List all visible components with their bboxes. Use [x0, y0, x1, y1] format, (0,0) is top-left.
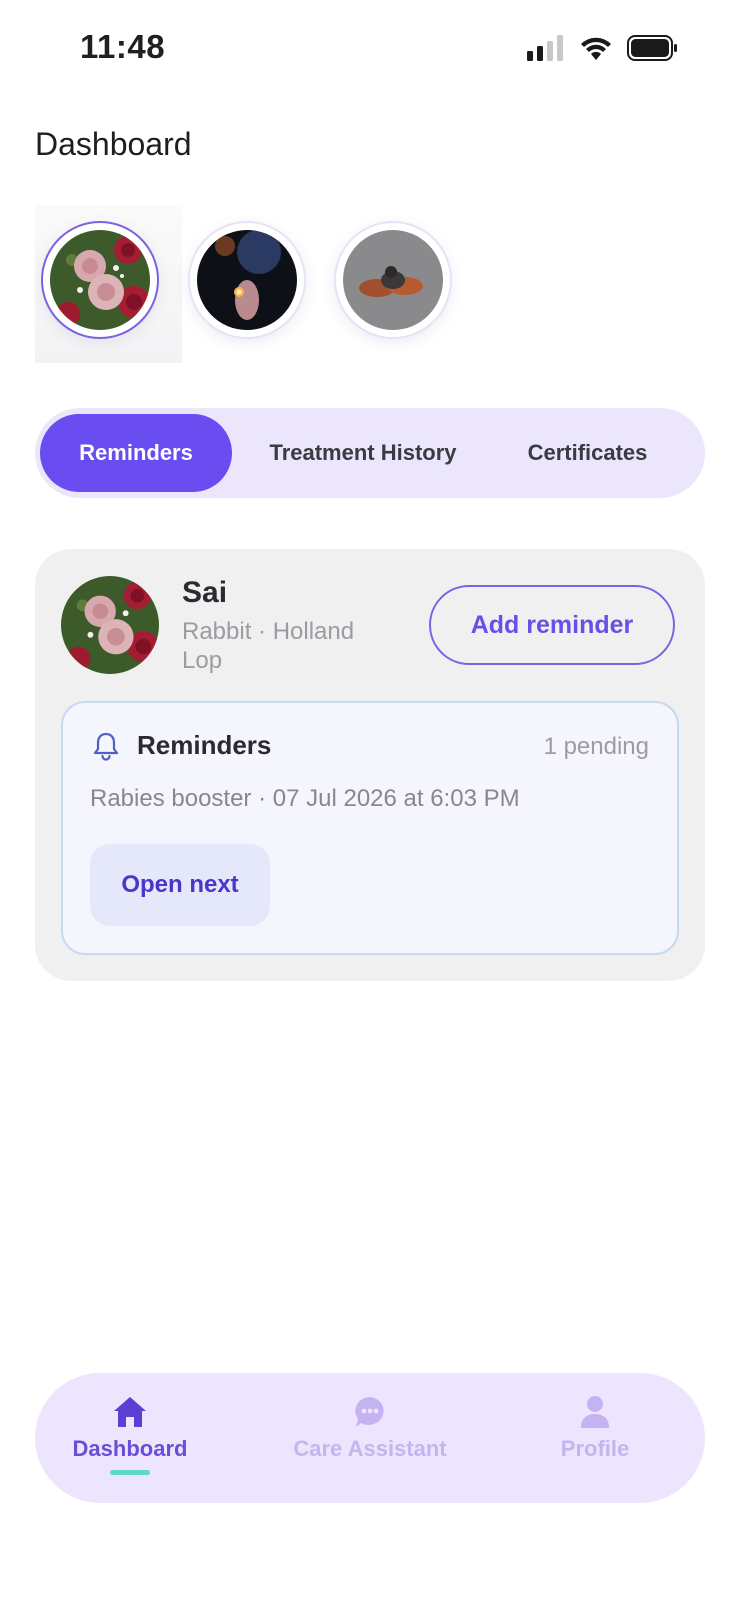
battery-icon — [627, 35, 677, 61]
active-tab-indicator — [110, 1470, 150, 1475]
nav-label-profile: Profile — [560, 1436, 630, 1461]
pet-photo-animals — [343, 230, 444, 330]
tab-reminders[interactable]: Reminders — [40, 414, 232, 492]
pet-photo-roses — [50, 230, 150, 330]
pet-name: Sai — [182, 576, 228, 609]
pet-avatar — [61, 576, 159, 674]
person-icon — [579, 1393, 611, 1431]
cellular-signal-icon — [527, 35, 563, 61]
nav-dashboard[interactable]: Dashboard — [35, 1373, 225, 1503]
pet-avatar-ring — [334, 221, 453, 339]
pet-card: Sai Rabbit · Holland Lop Add reminder Re… — [35, 549, 705, 981]
add-reminder-button[interactable]: Add reminder — [429, 585, 675, 665]
nav-care-assistant[interactable]: Care Assistant — [265, 1373, 475, 1503]
wifi-icon — [581, 37, 611, 60]
pet-breed: Rabbit · Holland Lop — [182, 618, 355, 674]
bottom-nav: Dashboard Care Assistant Profile — [35, 1373, 705, 1503]
pet-avatar-2[interactable] — [182, 205, 329, 363]
bell-icon — [93, 732, 119, 761]
tab-certificates[interactable]: Certificates — [500, 414, 675, 492]
chat-bubble-icon — [353, 1393, 387, 1431]
status-icons — [527, 35, 679, 61]
status-bar: 11:48 — [0, 0, 739, 100]
status-time: 11:48 — [80, 28, 166, 65]
pet-avatar-3[interactable] — [328, 205, 475, 363]
nav-label-care-assistant: Care Assistant — [293, 1436, 447, 1461]
section-tabs: Reminders Treatment History Certificates — [35, 408, 705, 498]
pet-photo-night-hands — [196, 230, 297, 330]
open-next-button[interactable]: Open next — [90, 844, 270, 926]
home-icon — [112, 1393, 148, 1431]
pet-selector — [35, 205, 475, 363]
reminders-panel: Reminders 1 pending Rabies booster · 07 … — [61, 701, 679, 955]
nav-profile[interactable]: Profile — [535, 1373, 655, 1503]
pending-count: 1 pending — [543, 733, 649, 760]
pet-avatar-sai[interactable] — [35, 205, 182, 363]
next-reminder-text: Rabies booster · 07 Jul 2026 at 6:03 PM — [90, 785, 520, 812]
pet-avatar-ring — [41, 221, 159, 339]
tab-treatment-history[interactable]: Treatment History — [245, 414, 481, 492]
reminders-title: Reminders — [137, 730, 272, 760]
pet-avatar-ring — [187, 221, 306, 339]
page-title: Dashboard — [35, 126, 192, 162]
nav-label-dashboard: Dashboard — [72, 1436, 188, 1461]
